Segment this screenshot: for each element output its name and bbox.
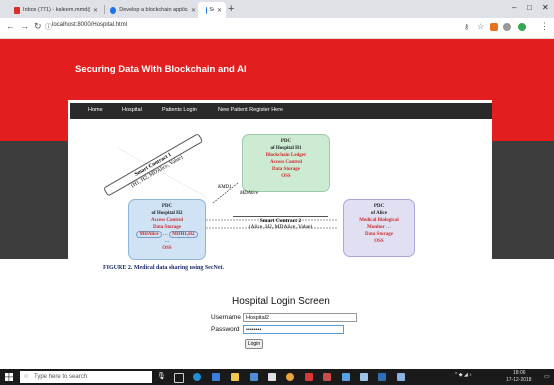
contract-body: (Alice, H2, MDAlice, Value) [248,224,313,230]
password-input[interactable]: •••••••• [243,325,344,334]
biological: Biological [377,218,399,223]
back-arrow-icon[interactable]: ← [6,21,15,31]
tray-icons[interactable]: ^ ◆ ◢ ♪ [455,372,472,378]
nav-hospital[interactable]: Hospital [122,107,142,113]
app-icon-2[interactable] [268,373,276,381]
box-row: Blockchain Ledger [265,153,307,158]
chrome-icon[interactable] [286,373,294,381]
app-icon-7[interactable] [397,373,405,381]
extension-icon-2[interactable] [503,23,511,31]
box-row-medical: Medical Biological [344,217,414,224]
app-icon-6[interactable] [378,373,386,381]
taskbar-search-box[interactable]: ○ Type here to search [20,371,152,383]
medical: Medical [359,218,377,223]
page-icon [110,6,117,14]
pdc-hospital-h1-box: PDC of Hospital H1 Blockchain Ledger Acc… [242,134,330,192]
search-placeholder: Type here to search [34,374,88,380]
secnet-figure: PDC of Hospital H1 Blockchain Ledger Acc… [98,128,453,278]
menu-icon[interactable]: ⋮ [540,21,549,32]
md-h1h2: MDH1,H2 [169,231,198,238]
store-icon[interactable] [212,373,220,381]
box-row: OSS [162,246,172,251]
tab-gmail[interactable]: Inbox (771) - kaleem.mmd@gm ✕ [10,2,102,18]
notification-icon[interactable]: ▭ [544,373,550,380]
md-alice: MDAlice [136,231,162,238]
site-title: Securing Data With Blockchain and AI [75,64,247,75]
app-icon-4[interactable] [342,373,350,381]
forward-arrow-icon[interactable]: → [20,21,29,31]
extension-icon[interactable] [490,23,498,31]
pdc-alice-box: PDC of Alice Medical Biological Monitor … [343,199,415,257]
app-icon-3[interactable] [323,373,331,381]
tab-title: Inbox (771) - kaleem.mmd@gm [23,7,90,13]
box-subtitle: of Hospital H2 [151,211,183,216]
tab-title: Securing Data With Blockchain a [209,7,214,13]
maximize-button[interactable]: □ [527,3,532,12]
login-title: Hospital Login Screen [232,296,330,307]
key-icon[interactable]: ⚷ [464,23,469,31]
box-row: OSS [374,239,384,244]
app-icon-5[interactable] [360,373,368,381]
username-input[interactable]: Hospital2 [243,313,357,322]
info-icon: ⓘ [45,24,52,31]
windows-taskbar: ○ Type here to search 🎙 ^ ◆ ◢ ♪ 18:06 17… [0,369,554,385]
figure-caption: FIGURE 2. Medical data sharing using Sec… [103,265,225,271]
extension-icon-3[interactable] [518,23,526,31]
nav-new-patient-register[interactable]: New Patient Register Here [218,107,283,113]
star-icon[interactable]: ☆ [477,22,484,31]
address-bar[interactable]: localhost:8000/Hospital.html [52,22,127,28]
new-tab-button[interactable]: + [228,2,234,16]
close-tab-icon[interactable]: ✕ [217,7,222,14]
box-row-monitor: Monitor … [344,224,414,231]
site-navbar: Home Hospital Patients Login New Patient… [70,103,492,119]
close-tab-icon[interactable]: ✕ [191,7,196,14]
windows-start-icon[interactable] [5,373,13,381]
box-subtitle: of Alice [371,211,387,216]
box-row: OSS [281,174,291,179]
reload-icon[interactable]: ↻ [34,21,42,32]
clock-date[interactable]: 17-12-2018 [506,377,532,383]
box-title: PDC [373,204,385,209]
tab-securing-data-blockchain-active[interactable] [198,2,206,18]
search-icon: ○ [24,373,29,380]
edge-icon[interactable] [193,373,201,381]
login-button[interactable]: Login [245,339,263,349]
box-row: Access Control [151,218,183,223]
password-label: Password [211,326,240,333]
box-row: Data Storage [272,167,300,172]
smart-contract-2: Smart Contract 2 (Alice, H2, MDAlice, Va… [233,216,328,230]
task-view-icon[interactable] [174,373,184,383]
pdf-icon[interactable] [305,373,313,381]
box-subtitle: of Hospital H1 [270,146,302,151]
close-window-button[interactable]: ✕ [542,3,549,12]
box-row: Data Storage [365,232,393,237]
gmail-icon [14,6,21,14]
ellipsis: … [386,225,392,230]
nav-home[interactable]: Home [88,107,103,113]
nav-patients-login[interactable]: Patients Login [162,107,197,113]
contract-title: Smart Contract 2 [233,216,328,224]
minimize-button[interactable]: – [512,3,516,12]
clock-time[interactable]: 18:06 [513,370,526,376]
app-icon[interactable] [250,373,258,381]
pdc-hospital-h2-box: PDC of Hospital H2 Access Control Data S… [128,199,206,260]
ellipsis: … [162,232,168,237]
box-title: PDC [280,139,292,144]
browser-toolbar: ← → ↻ ⓘ localhost:8000/Hospital.html ⚷ ☆… [0,18,554,39]
box-title: PDC [161,204,173,209]
box-row: Access Control [270,160,302,165]
tab-develop-blockchain[interactable]: Develop a blockchain applicatio ✕ [106,2,200,18]
box-row: … [164,239,170,244]
tab-title: Develop a blockchain applicatio [119,7,188,13]
box-row: Data Storage [153,225,181,230]
box-row-md: MDAlice … MDH1,H2 [129,231,205,238]
monitor: Monitor [366,225,385,230]
username-label: Username [211,314,241,321]
file-explorer-icon[interactable] [231,373,239,381]
md-label: MDAlice [240,191,259,196]
close-tab-icon[interactable]: ✕ [93,7,98,14]
microphone-icon[interactable]: 🎙 [157,372,166,380]
browser-tab-bar: Inbox (771) - kaleem.mmd@gm ✕ Develop a … [0,0,554,18]
k-label: KMD1 [218,185,232,190]
